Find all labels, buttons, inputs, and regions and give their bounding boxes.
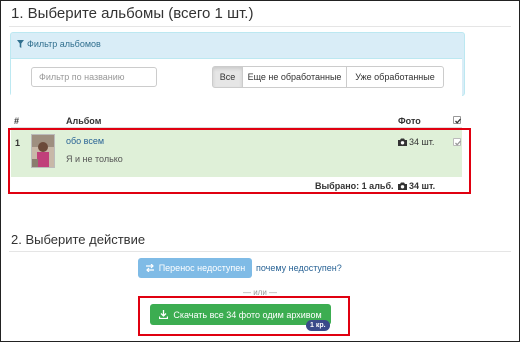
- header-album: Альбом: [66, 116, 102, 126]
- check-icon: [455, 118, 461, 124]
- why-unavailable-link[interactable]: почему недоступен?: [256, 263, 342, 273]
- divider: [11, 58, 462, 59]
- filter-processed-button[interactable]: Уже обработанные: [346, 66, 444, 88]
- transfer-button[interactable]: Перенос недоступен: [138, 258, 252, 278]
- filter-button-group: Все Еще не обработанные Уже обработанные: [212, 66, 444, 88]
- highlight-box: [8, 128, 471, 194]
- search-input[interactable]: [31, 67, 157, 87]
- filter-all-button[interactable]: Все: [212, 66, 243, 88]
- filter-unprocessed-button[interactable]: Еще не обработанные: [242, 66, 347, 88]
- filter-toggle[interactable]: Фильтр альбомов: [17, 39, 101, 49]
- divider: [9, 251, 511, 252]
- header-num: #: [14, 116, 20, 126]
- transfer-icon: [145, 264, 154, 272]
- filter-icon: [17, 40, 24, 48]
- step1-title: 1. Выберите альбомы (всего 1 шт.): [11, 5, 254, 22]
- highlight-box: [138, 296, 350, 336]
- header-photo: Фото: [398, 116, 421, 126]
- step2-title: 2. Выберите действие: [11, 232, 146, 247]
- divider: [9, 26, 511, 27]
- select-all-checkbox[interactable]: [453, 116, 461, 124]
- filter-title: Фильтр альбомов: [27, 39, 101, 49]
